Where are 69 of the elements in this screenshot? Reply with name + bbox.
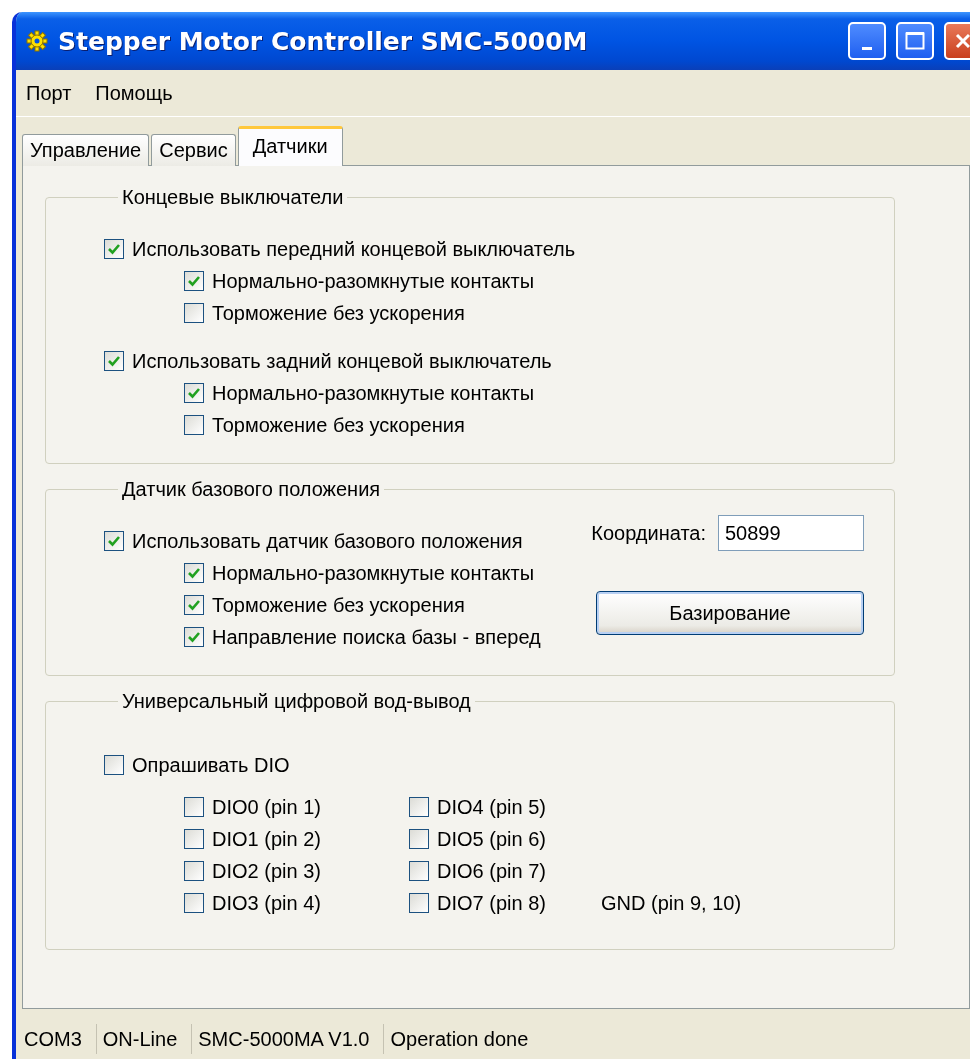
checkbox[interactable] [409,861,429,881]
checkbox[interactable] [184,595,204,615]
checkbox-label[interactable]: DIO7 (pin 8) [437,891,546,915]
checkbox[interactable] [184,415,204,435]
checkbox[interactable] [104,239,124,259]
menu-item[interactable]: Порт [26,81,72,105]
checkbox[interactable] [184,563,204,583]
tab[interactable]: Управление [22,134,150,166]
minimize-icon [862,46,872,50]
check-icon [187,566,201,580]
window-title: Stepper Motor Controller SMC-5000M [58,26,589,56]
checkbox-label[interactable]: DIO1 (pin 2) [212,827,321,851]
checkbox[interactable] [104,755,124,775]
checkbox-label[interactable]: Торможение без ускорения [212,413,465,437]
check-icon [107,242,121,256]
group-title: Концевые выключатели [121,186,345,209]
checkbox[interactable] [409,893,429,913]
status-text: Operation done [389,1027,530,1052]
maximize-icon [905,31,925,51]
status-text: SMC-5000MA V1.0 [192,1024,385,1054]
status-text: COM3 [18,1024,97,1054]
checkbox-label[interactable]: Нормально-разомкнутые контакты [212,269,535,293]
checkbox-label[interactable]: DIO2 (pin 3) [212,859,321,883]
checkbox-label[interactable]: Нормально-разомкнутые контакты [212,381,535,405]
menu-item[interactable]: Помощь [95,81,173,105]
coordinate-field[interactable]: 50899 [718,515,864,551]
checkbox[interactable] [184,303,204,323]
minimize-button[interactable] [848,22,886,60]
checkbox[interactable] [104,531,124,551]
checkbox[interactable] [184,829,204,849]
checkbox-label[interactable]: Торможение без ускорения [212,301,465,325]
checkbox-label[interactable]: Опрашивать DIO [132,753,290,777]
checkbox[interactable] [184,383,204,403]
checkbox-label[interactable]: Использовать датчик базового положения [132,529,523,553]
checkbox[interactable] [184,797,204,817]
checkbox[interactable] [409,797,429,817]
checkbox[interactable] [184,627,204,647]
checkbox-label[interactable]: DIO3 (pin 4) [212,891,321,915]
checkbox-label[interactable]: DIO4 (pin 5) [437,795,546,819]
tab[interactable]: Сервис [151,134,236,166]
group-title: Универсальный цифровой вод-вывод [121,690,472,713]
close-icon [954,32,970,50]
check-icon [107,354,121,368]
checkbox-label[interactable]: Направление поиска базы - вперед [212,625,541,649]
check-icon [187,630,201,644]
checkbox[interactable] [104,351,124,371]
check-icon [187,386,201,400]
checkbox-label[interactable]: Использовать передний концевой выключатель [132,237,576,261]
gear-icon [26,30,48,52]
group-title: Датчик базового положения [121,478,382,501]
checkbox[interactable] [184,861,204,881]
maximize-button[interactable] [896,22,934,60]
checkbox-label[interactable]: Торможение без ускорения [212,593,465,617]
coordinate-label: Координата: [591,521,706,545]
checkbox[interactable] [184,893,204,913]
checkbox-label[interactable]: Использовать задний концевой выключатель [132,349,552,373]
tab[interactable]: Датчики [237,126,343,166]
checkbox-label[interactable]: Нормально-разомкнутые контакты [212,561,535,585]
status-text: ON-Line [96,1024,193,1054]
checkbox[interactable] [184,271,204,291]
gnd-label: GND (pin 9, 10) [601,891,743,915]
checkbox-label[interactable]: DIO6 (pin 7) [437,859,546,883]
check-icon [187,598,201,612]
check-icon [107,534,121,548]
homing-button[interactable]: Базирование [596,591,864,635]
checkbox-label[interactable]: DIO0 (pin 1) [212,795,321,819]
check-icon [187,274,201,288]
checkbox-label[interactable]: DIO5 (pin 6) [437,827,546,851]
checkbox[interactable] [409,829,429,849]
